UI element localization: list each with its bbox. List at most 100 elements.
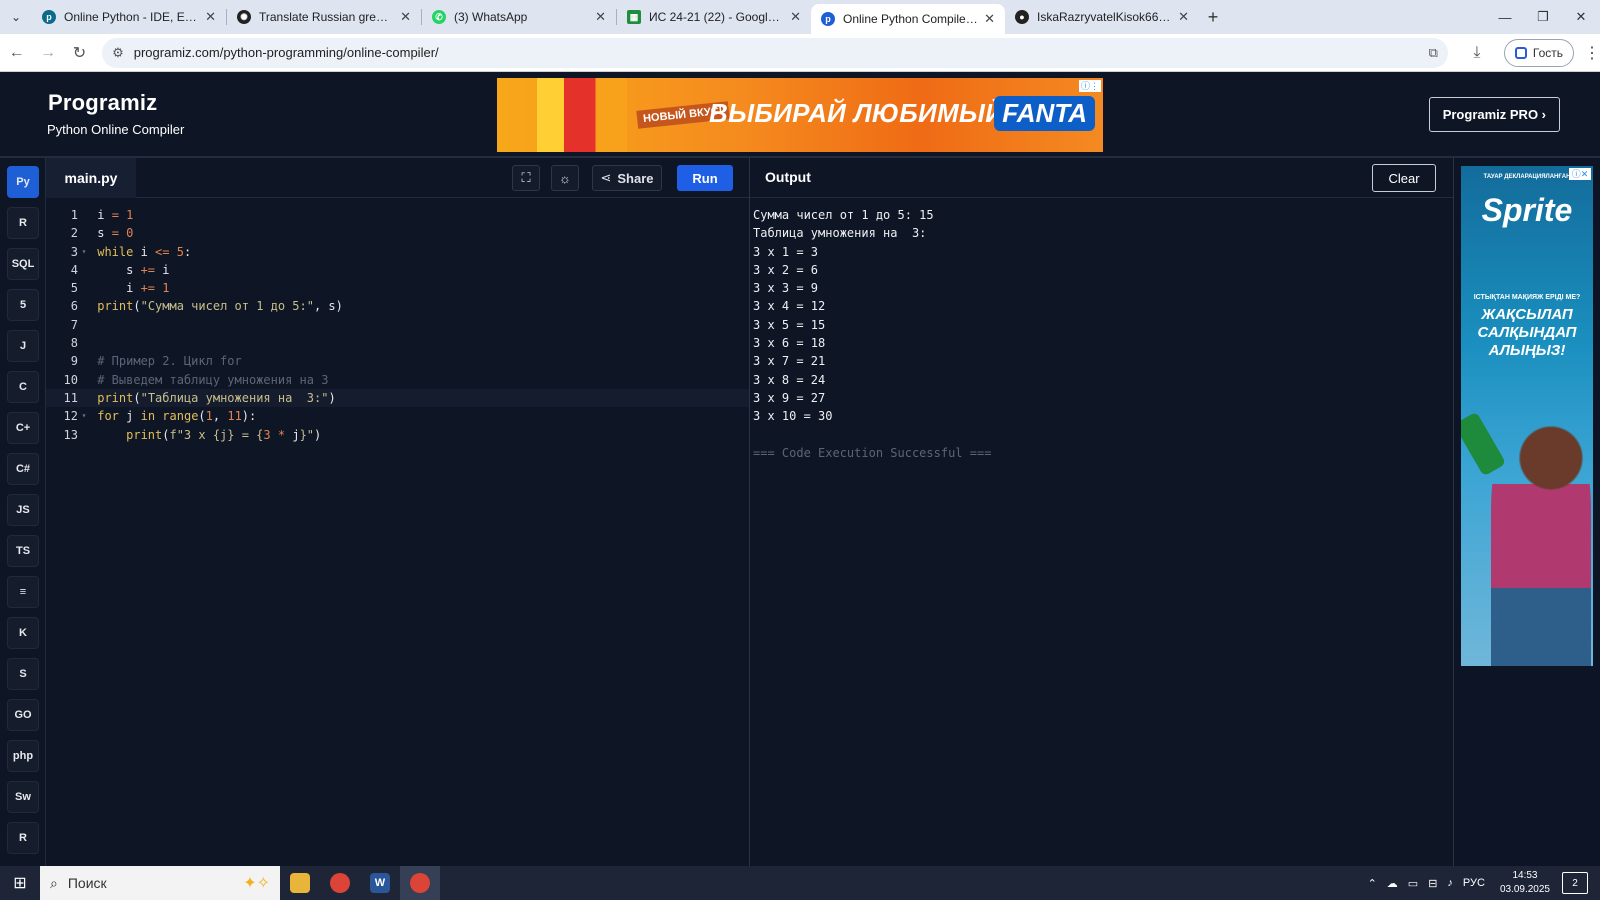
windows-start-icon[interactable]: ⊞ [0, 866, 40, 900]
fanta-cans-image [537, 78, 627, 152]
browser-tab[interactable]: ✺ Translate Russian greeting ✕ [227, 0, 421, 34]
close-tab-icon[interactable]: ✕ [1178, 9, 1189, 25]
language-swift-button[interactable]: Sw [7, 781, 39, 813]
back-icon[interactable]: ← [2, 38, 31, 68]
ad-slogan: ЖАҚСЫЛАП САЛҚЫНДАП АЛЫҢЫЗ! [1477, 306, 1577, 359]
code-line: 4 s += i [70, 262, 170, 277]
browser-tab[interactable]: ✆ (3) WhatsApp ✕ [422, 0, 616, 34]
close-tab-icon[interactable]: ✕ [205, 9, 216, 25]
reload-icon[interactable]: ↻ [65, 38, 94, 68]
forward-icon[interactable]: → [33, 38, 62, 68]
output-line: 3 x 1 = 3 [753, 244, 819, 259]
programiz-icon: p [42, 10, 56, 24]
language-ts-button[interactable]: TS [7, 535, 39, 567]
language-js-button[interactable]: JS [7, 494, 39, 526]
browser-tab[interactable]: p Online Python - IDE, Editor, Co ✕ [32, 0, 226, 34]
language-html-button[interactable]: 5 [7, 289, 39, 321]
translate-icon[interactable]: ⧉ [1429, 45, 1438, 61]
github-icon: ● [1015, 10, 1029, 24]
tray-chevron-icon[interactable]: ⌃ [1368, 877, 1377, 890]
site-info-icon[interactable]: ⚙ [112, 45, 124, 61]
output-line: 3 x 8 = 24 [753, 372, 826, 387]
word-icon: W [370, 873, 390, 893]
guest-profile-button[interactable]: Гость [1503, 38, 1575, 67]
clock-date: 03.09.2025 [1499, 884, 1550, 895]
sprite-logo: Sprite [1481, 192, 1573, 228]
tab-search-icon[interactable]: ⌄ [0, 0, 32, 34]
output-title: Output [765, 169, 811, 185]
output-border [1453, 158, 1454, 866]
code-line: 3 ▾ while i <= 5: [70, 244, 192, 259]
language-php-button[interactable]: php [7, 740, 39, 772]
meet-icon[interactable]: ▭ [1408, 877, 1418, 890]
close-window-icon[interactable]: ✕ [1562, 0, 1600, 34]
programiz-logo[interactable]: Programiz [48, 90, 157, 116]
code-line: 7 [70, 317, 78, 332]
ad-person-image [1491, 406, 1591, 666]
language-c-button[interactable]: C [7, 371, 39, 403]
close-tab-icon[interactable]: ✕ [400, 9, 411, 25]
code-editor[interactable]: 1 i = 1 2 s = 0 3 ▾ while i <= 5: 4 s += … [46, 198, 750, 866]
word-app[interactable]: W [360, 866, 400, 900]
copilot-sparkle-icon: ✦✧ [243, 875, 270, 892]
theme-toggle-button[interactable]: ☼ [551, 165, 579, 191]
onedrive-icon[interactable]: ☁ [1387, 877, 1398, 890]
network-icon[interactable]: ⊟ [1428, 877, 1437, 890]
download-icon[interactable]: ⤓ [1462, 38, 1492, 68]
notifications-button[interactable]: 2 [1562, 872, 1588, 894]
taskbar-search[interactable]: ⌕ Поиск ✦✧ [40, 866, 280, 900]
share-button[interactable]: ⋖ Share [592, 165, 662, 191]
output-line: 3 x 10 = 30 [753, 409, 833, 424]
language-cpp-button[interactable]: C+ [7, 412, 39, 444]
fullscreen-button[interactable]: ⛶ [512, 165, 540, 191]
language-r-button[interactable]: R [7, 207, 39, 239]
url-input[interactable]: ⚙ programiz.com/python-programming/onlin… [102, 37, 1448, 68]
menu-icon[interactable]: ⋮ [1584, 43, 1600, 63]
chrome-app[interactable] [320, 866, 360, 900]
output-line: 3 x 5 = 15 [753, 317, 826, 332]
chrome-app-active[interactable] [400, 866, 440, 900]
output-line: 3 x 3 = 9 [753, 281, 819, 296]
file-tab-main[interactable]: main.py [46, 158, 136, 198]
new-tab-icon[interactable]: + [1199, 7, 1227, 28]
share-icon: ⋖ [600, 170, 612, 185]
language-rust-button[interactable]: R [7, 822, 39, 854]
browser-tab[interactable]: ▦ ИС 24-21 (22) - Google Табли ✕ [617, 0, 811, 34]
language-scala-button[interactable]: S [7, 658, 39, 690]
language-go-button[interactable]: GO [7, 699, 39, 731]
language-java-button[interactable]: J [7, 330, 39, 362]
run-button[interactable]: Run [677, 165, 733, 191]
browser-tab[interactable]: ● IskaRazryvatelKisok667/progra ✕ [1005, 0, 1199, 34]
file-explorer-app[interactable] [280, 866, 320, 900]
notification-count: 2 [1572, 877, 1578, 889]
fanta-ad-banner[interactable]: НОВЫЙ ВКУС! ВЫБИРАЙ ЛЮБИМЫЙ ВКУС! FANTA … [497, 78, 1103, 152]
ad-info-icon[interactable]: ⓘ✕ [1569, 168, 1591, 180]
restore-icon[interactable]: ❐ [1524, 0, 1562, 34]
url-text: programiz.com/python-programming/online-… [133, 45, 439, 60]
clock-time: 14:53 [1512, 870, 1538, 881]
search-icon: ⌕ [50, 874, 58, 891]
whatsapp-icon: ✆ [432, 10, 446, 24]
output-line: 3 x 4 = 12 [753, 299, 826, 314]
code-line: 2 s = 0 [70, 226, 134, 241]
language-go-stack-button[interactable]: ≡ [7, 576, 39, 608]
language-python-button[interactable]: Py [7, 166, 39, 198]
language-sql-button[interactable]: SQL [7, 248, 39, 280]
close-tab-icon[interactable]: ✕ [790, 9, 801, 25]
browser-tab-active[interactable]: p Online Python Compiler (Interp ✕ [811, 4, 1005, 34]
language-indicator[interactable]: РУС [1463, 877, 1485, 889]
sprite-ad[interactable]: ТАУАР ДЕКЛАРАЦИЯЛАНҒАН Sprite ІСТЫҚТАН М… [1461, 166, 1593, 666]
language-csharp-button[interactable]: C# [7, 453, 39, 485]
minimize-icon[interactable]: — [1486, 0, 1524, 34]
close-tab-icon[interactable]: ✕ [595, 9, 606, 25]
ad-info-icon[interactable]: ⓘ⋮ [1079, 80, 1101, 92]
code-line: 5 i += 1 [70, 281, 170, 296]
language-kotlin-button[interactable]: K [7, 617, 39, 649]
volume-icon[interactable]: ♪ [1447, 877, 1453, 889]
output-panel: Сумма чисел от 1 до 5: 15 Таблица умножен… [750, 198, 1453, 866]
sheets-icon: ▦ [627, 10, 641, 24]
clear-button[interactable]: Clear [1372, 164, 1436, 192]
clock[interactable]: 14:53 03.09.2025 [1500, 869, 1550, 897]
programiz-pro-button[interactable]: Programiz PRO › [1428, 97, 1560, 132]
close-tab-icon[interactable]: ✕ [984, 11, 995, 27]
